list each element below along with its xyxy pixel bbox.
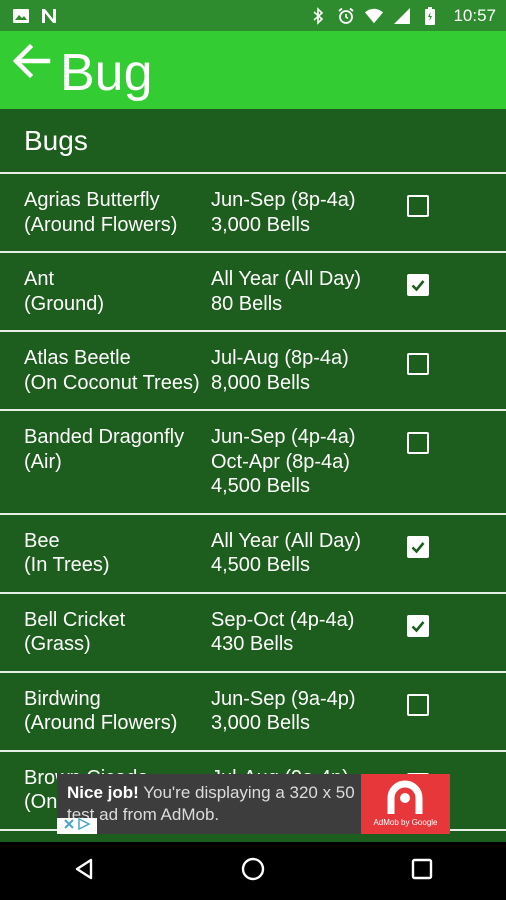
- bug-price: 3,000 Bells: [211, 213, 310, 236]
- nav-back-button[interactable]: [64, 851, 104, 891]
- admob-logo-icon: [387, 780, 423, 814]
- caught-checkbox[interactable]: [407, 535, 429, 558]
- bug-name: Bell Cricket: [24, 608, 126, 631]
- status-time: 10:57: [453, 5, 496, 25]
- bug-rows: Agrias Butterfly (Around Flowers) Jun-Sep …: [0, 174, 506, 831]
- bug-time-column: Jun-Sep (8p-4a) 3,000 Bells: [211, 188, 396, 237]
- battery-icon: [421, 6, 439, 25]
- ad-close-icon[interactable]: [63, 817, 75, 834]
- bug-name-column: Banded Dragonfly (Air): [24, 425, 209, 474]
- bug-price: 8,000 Bells: [211, 371, 310, 394]
- caught-checkbox[interactable]: [407, 195, 429, 217]
- bug-location: (On Coconut Trees): [24, 371, 200, 394]
- caught-checkbox[interactable]: [407, 432, 429, 454]
- bug-season-time: Jun-Sep (8p-4a): [211, 189, 356, 211]
- status-bar: 10:57: [0, 0, 506, 31]
- bug-name: Agrias Butterfly: [24, 189, 160, 211]
- image-icon: [12, 7, 30, 25]
- ad-headline: Nice job!: [67, 783, 139, 802]
- wifi-icon: [365, 7, 384, 25]
- bug-season-time: Jun-Sep (4p-4a): [211, 426, 356, 448]
- bug-name-column: Ant (Ground): [24, 267, 209, 316]
- bug-price: 430 Bells: [211, 633, 294, 655]
- bug-location: (In Trees): [24, 554, 110, 576]
- bug-season-time: All Year (All Day): [211, 529, 362, 552]
- caught-checkbox[interactable]: [407, 614, 429, 637]
- bug-location: (Around Flowers): [24, 712, 178, 734]
- bug-time-column: All Year (All Day) 80 Bells: [211, 267, 396, 316]
- back-arrow-icon[interactable]: [10, 43, 52, 87]
- ad-choices-badge[interactable]: [57, 817, 97, 834]
- system-nav-bar: [0, 842, 506, 900]
- status-bar-right: 10:57: [309, 6, 496, 26]
- signal-icon: [393, 7, 411, 25]
- bug-row[interactable]: Banded Dragonfly (Air) Jun-Sep (4p-4a) Oct-…: [0, 411, 506, 515]
- status-bar-left: [12, 7, 58, 25]
- bug-location: (Grass): [24, 633, 91, 655]
- app-bar: Bug: [0, 31, 506, 109]
- bug-time-column: Jun-Sep (9a-4p) 3,000 Bells: [211, 687, 396, 736]
- nav-home-button[interactable]: [233, 851, 273, 891]
- ad-banner[interactable]: Nice job! You're displaying a 320 x 50 t…: [57, 774, 450, 834]
- checkmark-icon: [411, 541, 425, 553]
- bug-name-column: Atlas Beetle (On Coconut Trees): [24, 346, 209, 395]
- bug-price: 3,000 Bells: [211, 712, 310, 734]
- nav-recents-button[interactable]: [402, 851, 442, 891]
- bug-season-time: Jul-Aug (8p-4a): [211, 347, 349, 369]
- bug-location: (Ground): [24, 292, 105, 315]
- bug-name: Banded Dragonfly: [24, 426, 185, 448]
- ad-choices-icon[interactable]: [77, 817, 91, 834]
- bluetooth-icon: [309, 6, 327, 25]
- page-title: Bug: [60, 44, 153, 102]
- bug-name-column: Agrias Butterfly (Around Flowers): [24, 188, 209, 237]
- bug-season-time: Jun-Sep (9a-4p): [211, 687, 356, 710]
- bug-row[interactable]: Bell Cricket (Grass) Sep-Oct (4p-4a) 430 Be…: [0, 593, 506, 673]
- checkmark-icon: [411, 620, 425, 632]
- bug-time-column: Jun-Sep (4p-4a) Oct-Apr (8p-4a) 4,500 Bell…: [211, 425, 396, 499]
- checkmark-icon: [411, 280, 425, 292]
- recents-square-icon[interactable]: [411, 858, 433, 885]
- bug-name-column: Bee (In Trees): [24, 529, 209, 578]
- bug-location: (Air): [24, 450, 62, 473]
- bug-name: Bee: [24, 529, 60, 552]
- bug-price: 80 Bells: [211, 292, 283, 315]
- bug-season-time: All Year (All Day): [211, 268, 362, 290]
- bug-time-column: All Year (All Day) 4,500 Bells: [211, 529, 396, 578]
- section-header: Bugs: [0, 109, 506, 174]
- caught-checkbox[interactable]: [407, 693, 429, 716]
- bug-name: Ant: [24, 268, 55, 290]
- bug-time-column: Jul-Aug (8p-4a) 8,000 Bells: [211, 346, 396, 395]
- bug-row[interactable]: Bee (In Trees) All Year (All Day) 4,500 Bel…: [0, 514, 506, 594]
- caught-checkbox[interactable]: [407, 274, 429, 296]
- bug-name-column: Bell Cricket (Grass): [24, 608, 209, 657]
- alarm-icon: [337, 7, 355, 25]
- bug-name: Atlas Beetle: [24, 347, 131, 369]
- bug-name-column: Birdwing (Around Flowers): [24, 687, 209, 736]
- bug-row[interactable]: Agrias Butterfly (Around Flowers) Jun-Sep …: [0, 174, 506, 253]
- bug-row[interactable]: Ant (Ground) All Year (All Day) 80 Bells: [0, 253, 506, 332]
- ad-logo-caption: AdMob by Google: [373, 818, 438, 827]
- bug-list: Bugs Agrias Butterfly (Around Flowers) Jun…: [0, 109, 506, 831]
- bug-price: 4,500 Bells: [211, 554, 310, 576]
- bug-price: 4,500 Bells: [211, 475, 310, 497]
- n-logo-icon: [40, 7, 58, 25]
- back-triangle-icon[interactable]: [72, 857, 96, 886]
- back-button[interactable]: [10, 41, 52, 83]
- ad-logo[interactable]: AdMob by Google: [361, 774, 450, 834]
- caught-checkbox[interactable]: [407, 353, 429, 375]
- home-circle-icon[interactable]: [240, 856, 266, 887]
- bug-row[interactable]: Birdwing (Around Flowers) Jun-Sep (9a-4p) 3…: [0, 672, 506, 752]
- bug-time-column: Sep-Oct (4p-4a) 430 Bells: [211, 608, 396, 657]
- bug-name: Birdwing: [24, 687, 101, 710]
- bug-location: (Around Flowers): [24, 213, 178, 236]
- bug-season-time: Oct-Apr (8p-4a): [211, 450, 350, 473]
- bug-season-time: Sep-Oct (4p-4a): [211, 608, 355, 631]
- bug-row[interactable]: Atlas Beetle (On Coconut Trees) Jul-Aug (8…: [0, 332, 506, 411]
- ad-text[interactable]: Nice job! You're displaying a 320 x 50 t…: [67, 782, 357, 826]
